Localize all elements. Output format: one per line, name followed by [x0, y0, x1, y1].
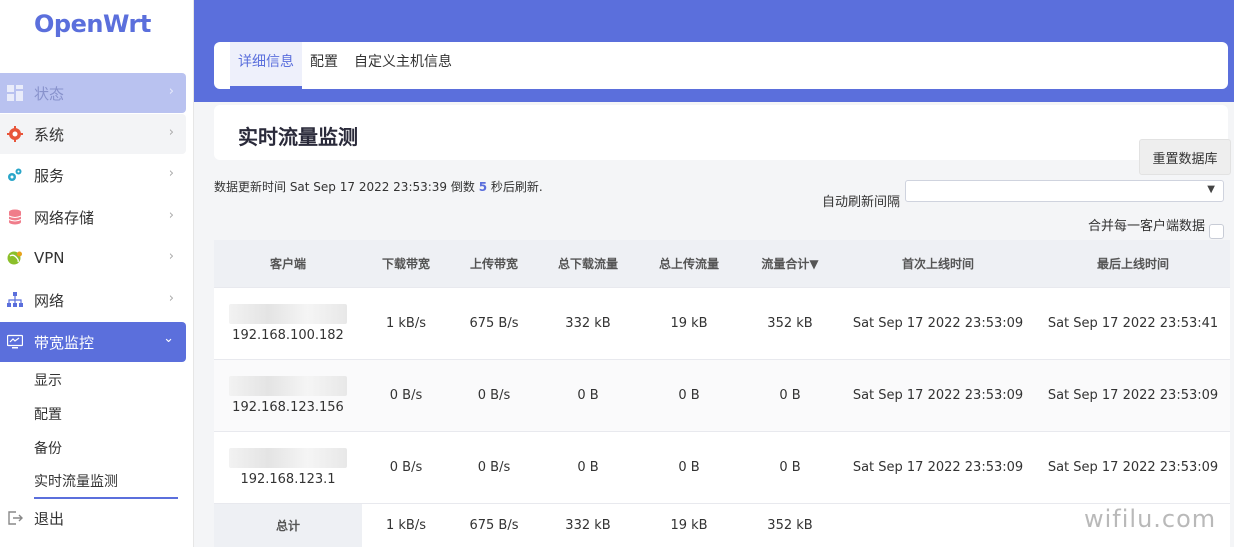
- caret-down-icon: ▼: [1207, 184, 1215, 195]
- network-icon: [7, 292, 23, 308]
- sidebar-item-label: 退出: [34, 509, 65, 528]
- sidebar-item-storage[interactable]: 网络存储 ›: [0, 197, 186, 237]
- header-total-traffic[interactable]: 流量合计▼: [740, 240, 840, 287]
- sidebar-item-status[interactable]: 状态 ›: [0, 73, 186, 113]
- sidebar-item-bandwidth[interactable]: 带宽监控 ⌄: [0, 322, 186, 362]
- tab-custom-hosts[interactable]: 自定义主机信息: [354, 42, 452, 89]
- header-total-download[interactable]: 总下载流量: [538, 240, 638, 287]
- total-download: 0 B: [577, 388, 599, 403]
- total-traffic: 0 B: [779, 388, 801, 403]
- chevron-right-icon: ›: [168, 208, 174, 223]
- chevron-right-icon: ›: [168, 84, 174, 99]
- countdown-value: 5: [478, 180, 488, 194]
- footer-total-download: 332 kB: [565, 518, 611, 533]
- footer-upload-rate: 675 B/s: [469, 518, 519, 533]
- vpn-icon: [7, 250, 23, 266]
- sidebar-item-label: 网络: [34, 291, 65, 310]
- sidebar-item-label: 系统: [34, 125, 65, 144]
- footer-total-label: 总计: [214, 504, 362, 547]
- client-cell: 192.168.100.182: [214, 288, 362, 359]
- chevron-right-icon: ›: [168, 166, 174, 181]
- sidebar-item-vpn[interactable]: VPN ›: [0, 238, 186, 278]
- gear-icon: [7, 126, 23, 142]
- chevron-down-icon: ⌄: [163, 331, 174, 346]
- total-download: 0 B: [577, 460, 599, 475]
- sidebar-item-network[interactable]: 网络 ›: [0, 280, 186, 320]
- table-row: 192.168.123.156 0 B/s 0 B/s 0 B 0 B 0 B …: [214, 360, 1230, 432]
- client-cell: 192.168.123.156: [214, 360, 362, 431]
- tab-details[interactable]: 详细信息: [230, 42, 302, 89]
- sidebar-item-label: 带宽监控: [34, 333, 95, 352]
- logout-icon: [7, 510, 23, 526]
- chevron-right-icon: ›: [168, 291, 174, 306]
- blurred-hostname: [229, 304, 347, 324]
- total-traffic: 0 B: [779, 460, 801, 475]
- services-icon: [7, 167, 23, 183]
- interval-label: 自动刷新间隔: [822, 195, 901, 210]
- last-seen: Sat Sep 17 2022 23:53:09: [1047, 388, 1219, 403]
- sidebar-item-logout[interactable]: 退出: [0, 498, 186, 538]
- upload-rate: 675 B/s: [469, 316, 519, 331]
- table-footer-row: 总计 1 kB/s 675 B/s 332 kB 19 kB 352 kB: [214, 504, 1230, 547]
- header-first-seen[interactable]: 首次上线时间: [840, 240, 1036, 287]
- download-rate: 0 B/s: [389, 460, 423, 475]
- sidebar-item-system[interactable]: 系统 ›: [0, 114, 186, 154]
- merge-label: 合并每一客户端数据: [1088, 219, 1206, 234]
- sidebar: OpenWrt 状态 › 系统 › 服务 › 网络存储 › VPN › 网络 ›…: [0, 0, 194, 547]
- table-header-row: 客户端 下载带宽 上传带宽 总下载流量 总上传流量 流量合计▼ 首次上线时间 最…: [214, 240, 1230, 288]
- header-download-rate[interactable]: 下载带宽: [362, 240, 450, 287]
- sidebar-item-label: VPN: [34, 249, 65, 267]
- first-seen: Sat Sep 17 2022 23:53:09: [852, 388, 1024, 403]
- first-seen: Sat Sep 17 2022 23:53:09: [852, 316, 1024, 331]
- download-rate: 1 kB/s: [385, 316, 426, 331]
- client-cell: 192.168.123.1: [214, 432, 362, 503]
- sidebar-item-label: 服务: [34, 166, 65, 185]
- monitor-icon: [7, 334, 23, 350]
- watermark: wifilu.com: [1084, 505, 1217, 533]
- table-row: 192.168.100.182 1 kB/s 675 B/s 332 kB 19…: [214, 288, 1230, 360]
- header-last-seen[interactable]: 最后上线时间: [1036, 240, 1230, 287]
- last-seen: Sat Sep 17 2022 23:53:09: [1047, 460, 1219, 475]
- download-rate: 0 B/s: [389, 388, 423, 403]
- total-traffic: 352 kB: [767, 316, 813, 331]
- openwrt-logo[interactable]: OpenWrt: [34, 10, 151, 38]
- footer-total-upload: 19 kB: [670, 518, 708, 533]
- table-row: 192.168.123.1 0 B/s 0 B/s 0 B 0 B 0 B Sa…: [214, 432, 1230, 504]
- dashboard-icon: [7, 85, 23, 101]
- sidebar-item-services[interactable]: 服务 ›: [0, 155, 186, 195]
- blurred-hostname: [229, 376, 347, 396]
- total-upload: 0 B: [678, 388, 700, 403]
- sidebar-subitem-config[interactable]: 配置: [34, 404, 62, 424]
- footer-total-traffic: 352 kB: [767, 518, 813, 533]
- merge-clients-checkbox[interactable]: [1209, 224, 1224, 239]
- refresh-interval-select[interactable]: ▼: [905, 180, 1224, 202]
- total-download: 332 kB: [565, 316, 611, 331]
- tab-bar: 详细信息 配置 自定义主机信息: [214, 42, 1228, 89]
- storage-icon: [7, 209, 23, 225]
- sidebar-item-label: 网络存储: [34, 208, 95, 227]
- last-seen: Sat Sep 17 2022 23:53:41: [1047, 316, 1219, 331]
- reset-database-button[interactable]: 重置数据库: [1139, 139, 1231, 175]
- traffic-table: 客户端 下载带宽 上传带宽 总下载流量 总上传流量 流量合计▼ 首次上线时间 最…: [214, 240, 1230, 547]
- upload-rate: 0 B/s: [477, 460, 511, 475]
- sidebar-subitem-realtime[interactable]: 实时流量监测: [34, 471, 178, 499]
- page-title: 实时流量监测: [238, 125, 358, 149]
- total-upload: 19 kB: [670, 316, 708, 331]
- header-total-upload[interactable]: 总上传流量: [638, 240, 740, 287]
- chevron-right-icon: ›: [168, 125, 174, 140]
- first-seen: Sat Sep 17 2022 23:53:09: [852, 460, 1024, 475]
- tab-config[interactable]: 配置: [310, 42, 338, 89]
- update-status: 数据更新时间 Sat Sep 17 2022 23:53:39 倒数 5 秒后刷…: [214, 180, 543, 194]
- blurred-hostname: [229, 448, 347, 468]
- chevron-right-icon: ›: [168, 249, 174, 264]
- upload-rate: 0 B/s: [477, 388, 511, 403]
- header-upload-rate[interactable]: 上传带宽: [450, 240, 538, 287]
- footer-download-rate: 1 kB/s: [385, 518, 426, 533]
- title-card: 实时流量监测: [214, 105, 1228, 160]
- sidebar-item-label: 状态: [34, 84, 65, 103]
- sidebar-subitem-backup[interactable]: 备份: [34, 438, 62, 458]
- sidebar-subitem-display[interactable]: 显示: [34, 370, 62, 390]
- total-upload: 0 B: [678, 460, 700, 475]
- header-client[interactable]: 客户端: [214, 240, 362, 287]
